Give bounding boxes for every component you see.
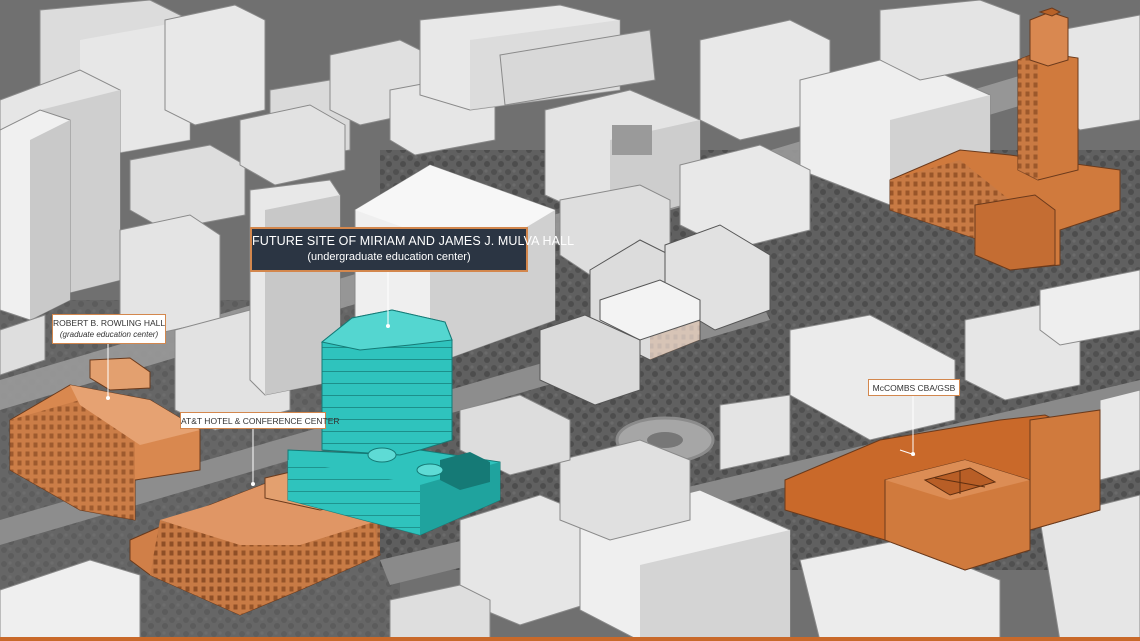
mccombs-title: McCOMBS CBA/GSB <box>872 383 956 393</box>
bottom-frame-border <box>0 637 1140 641</box>
rowling-hall-callout: ROBERT B. ROWLING HALL (graduate educati… <box>52 314 166 344</box>
mccombs-callout: McCOMBS CBA/GSB <box>868 379 960 396</box>
att-hotel-callout: AT&T HOTEL & CONFERENCE CENTER <box>180 412 340 429</box>
rowling-hall-subtitle: (graduate education center) <box>59 330 159 339</box>
mulva-hall-callout: FUTURE SITE OF MIRIAM AND JAMES J. MULVA… <box>250 227 575 272</box>
campus-3d-map <box>0 0 1140 641</box>
mulva-hall-title: FUTURE SITE OF MIRIAM AND JAMES J. MULVA… <box>252 234 575 248</box>
mulva-hall-subtitle: (undergraduate education center) <box>307 251 471 263</box>
att-hotel-title: AT&T HOTEL & CONFERENCE CENTER <box>181 416 340 426</box>
rowling-hall-title: ROBERT B. ROWLING HALL <box>53 318 166 328</box>
